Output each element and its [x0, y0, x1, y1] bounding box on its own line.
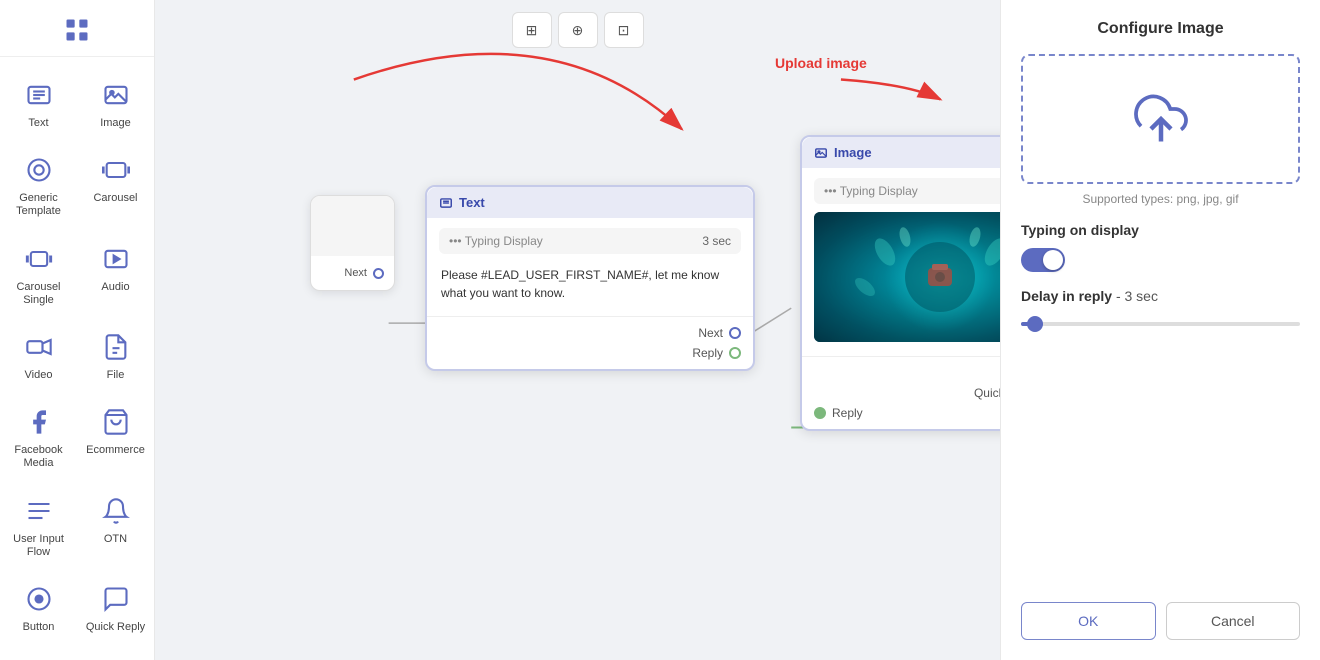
text-node-content: Please #LEAD_USER_FIRST_NAME#, let me kn… [439, 262, 741, 306]
center-button[interactable]: ⊕ [558, 12, 598, 48]
sidebar-item-carousel-label: Carousel [93, 192, 137, 205]
quick-reply-icon [98, 581, 134, 617]
sidebar-item-ecommerce[interactable]: Ecommerce [79, 394, 152, 478]
partial-node: Next [310, 195, 395, 291]
upload-area[interactable] [1021, 54, 1300, 184]
slider-track [1021, 322, 1300, 326]
audio-icon [98, 241, 134, 277]
text-node-port-reply: Reply [439, 343, 741, 363]
upload-image-annotation: Upload image [775, 55, 867, 71]
sidebar-item-facebook-media-label: Facebook Media [6, 444, 71, 470]
facebook-media-icon [21, 404, 57, 440]
right-panel: Configure Image Supported types: png, jp… [1000, 0, 1320, 660]
text-node-port-next: Next [439, 323, 741, 343]
image-node-header: Image [802, 137, 1000, 168]
text-node-header: Text [427, 187, 753, 218]
sequence-single-icon [98, 656, 134, 660]
sidebar-item-facebook-media[interactable]: Facebook Media [2, 394, 75, 478]
sidebar-item-ecommerce-label: Ecommerce [86, 444, 145, 457]
video-icon [21, 329, 57, 365]
image-node-reply-left-dot[interactable] [814, 407, 826, 419]
sidebar-item-image[interactable]: Image [79, 67, 152, 138]
image-node-title: Image [834, 145, 872, 160]
sidebar-item-new-sequence[interactable]: New Sequence [2, 646, 75, 660]
new-sequence-icon [21, 656, 57, 660]
sidebar-item-generic-template-label: Generic Template [6, 192, 71, 218]
supported-types-text: Supported types: png, jpg, gif [1021, 192, 1300, 206]
sidebar-grid: Text Image Generic Template Carousel [0, 65, 154, 660]
canvas-controls: ⊞ ⊕ ⊡ [512, 12, 644, 48]
sidebar-item-image-label: Image [100, 117, 131, 130]
image-node-reply-row: Reply [814, 403, 1000, 423]
delay-label: Delay in reply [1021, 288, 1112, 304]
sidebar-item-audio[interactable]: Audio [79, 231, 152, 315]
sidebar-item-user-input-flow[interactable]: User Input Flow [2, 483, 75, 567]
text-node-body: ••• Typing Display 3 sec Please #LEAD_US… [427, 218, 753, 316]
image-node-port-quick-replies: Quick Replies [814, 383, 1000, 403]
typing-display-label: Typing on display [1021, 222, 1300, 238]
panel-actions: OK Cancel [1021, 602, 1300, 640]
sidebar-item-button-label: Button [23, 621, 55, 634]
sidebar-item-carousel-single-label: Carousel Single [6, 281, 71, 307]
text-node-next-dot[interactable] [729, 327, 741, 339]
sidebar-item-carousel[interactable]: Carousel [79, 142, 152, 226]
delay-slider[interactable] [1021, 314, 1300, 334]
text-node[interactable]: Text ••• Typing Display 3 sec Please #LE… [425, 185, 755, 371]
delay-row: Delay in reply - 3 sec [1021, 288, 1300, 304]
image-node-port-next: Next [814, 363, 1000, 383]
image-node[interactable]: Image ••• Typing Display 3 sec [800, 135, 1000, 431]
ok-button[interactable]: OK [1021, 602, 1156, 640]
image-node-preview [814, 212, 1000, 342]
sidebar: Text Image Generic Template Carousel [0, 0, 155, 660]
carousel-single-icon [21, 241, 57, 277]
text-node-reply-dot[interactable] [729, 347, 741, 359]
sidebar-item-generic-template[interactable]: Generic Template [2, 142, 75, 226]
text-icon [21, 77, 57, 113]
ecommerce-icon [98, 404, 134, 440]
sidebar-item-carousel-single[interactable]: Carousel Single [2, 231, 75, 315]
typing-toggle[interactable] [1021, 248, 1065, 272]
sidebar-item-quick-reply[interactable]: Quick Reply [79, 571, 152, 642]
image-node-footer: Next Quick Replies Reply [802, 356, 1000, 429]
sidebar-item-file[interactable]: File [79, 319, 152, 390]
sidebar-item-audio-label: Audio [101, 281, 129, 294]
image-node-body: ••• Typing Display 3 sec [802, 168, 1000, 356]
cancel-button[interactable]: Cancel [1166, 602, 1301, 640]
upload-cloud-icon [1131, 89, 1191, 149]
otn-icon [98, 493, 134, 529]
button-icon [21, 581, 57, 617]
file-icon [98, 329, 134, 365]
generic-template-icon [21, 152, 57, 188]
typing-toggle-row [1021, 248, 1300, 272]
sidebar-item-file-label: File [107, 369, 125, 382]
sidebar-item-sequence-single[interactable]: Sequence Single [79, 646, 152, 660]
text-node-title: Text [459, 195, 485, 210]
sidebar-top-icon[interactable] [0, 8, 154, 57]
image-icon [98, 77, 134, 113]
text-node-footer: Next Reply [427, 316, 753, 369]
sidebar-item-otn[interactable]: OTN [79, 483, 152, 567]
toggle-knob [1043, 250, 1063, 270]
zoom-button[interactable]: ⊡ [604, 12, 644, 48]
canvas[interactable]: ⊞ ⊕ ⊡ Upload image [155, 0, 1000, 660]
sidebar-item-text[interactable]: Text [2, 67, 75, 138]
sidebar-item-quick-reply-label: Quick Reply [86, 621, 145, 634]
sidebar-item-video[interactable]: Video [2, 319, 75, 390]
carousel-icon [98, 152, 134, 188]
text-node-typing: ••• Typing Display 3 sec [439, 228, 741, 254]
delay-value: 3 sec [1125, 288, 1158, 304]
image-node-typing: ••• Typing Display 3 sec [814, 178, 1000, 204]
user-input-flow-icon [21, 493, 57, 529]
sidebar-item-video-label: Video [25, 369, 53, 382]
sidebar-item-user-input-flow-label: User Input Flow [6, 533, 71, 559]
sidebar-item-otn-label: OTN [104, 533, 127, 546]
sidebar-item-text-label: Text [28, 117, 48, 130]
slider-thumb[interactable] [1027, 316, 1043, 332]
fit-button[interactable]: ⊞ [512, 12, 552, 48]
sidebar-item-button[interactable]: Button [2, 571, 75, 642]
panel-title: Configure Image [1021, 20, 1300, 38]
